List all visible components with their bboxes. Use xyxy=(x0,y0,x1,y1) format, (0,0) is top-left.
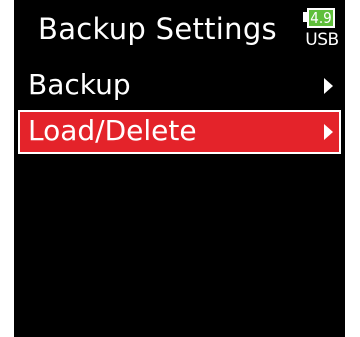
menu-item-label: Load/Delete xyxy=(28,114,197,147)
menu-item-load-delete[interactable]: Load/Delete xyxy=(18,110,341,154)
page-title: Backup Settings xyxy=(38,12,277,46)
chevron-right-icon xyxy=(324,78,333,94)
menu-item-label: Backup xyxy=(28,68,131,101)
battery-indicator: 4.9 USB xyxy=(303,8,341,54)
battery-level: 4.9 xyxy=(307,8,335,28)
chevron-right-icon xyxy=(324,124,333,140)
menu-item-backup[interactable]: Backup xyxy=(18,64,341,108)
power-source-label: USB xyxy=(305,30,339,50)
device-screen: Backup Settings 4.9 USB Backup Load/Dele… xyxy=(14,0,345,337)
header-bar: Backup Settings 4.9 USB xyxy=(14,0,345,60)
